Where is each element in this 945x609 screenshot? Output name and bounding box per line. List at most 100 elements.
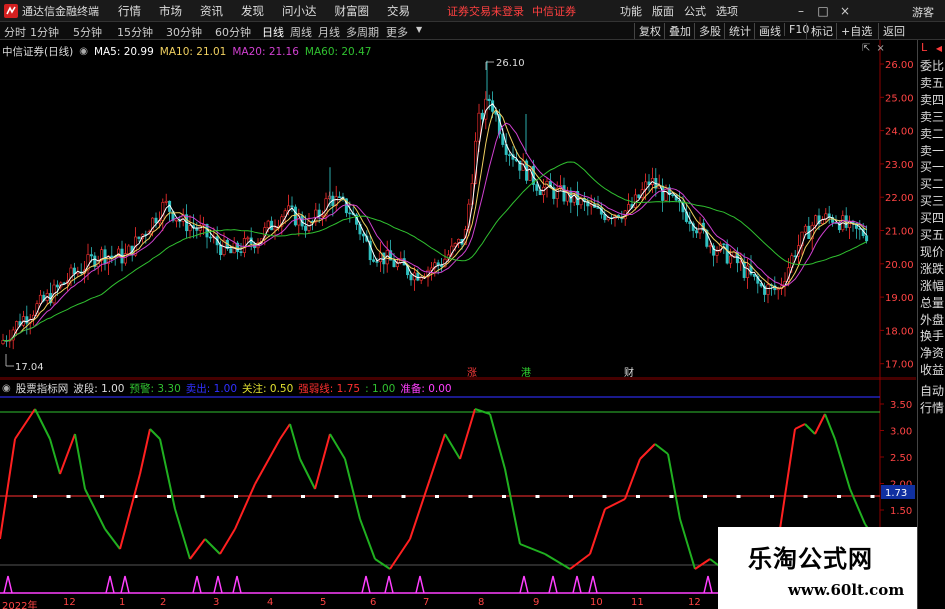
side-item[interactable]: 总量 — [920, 295, 945, 311]
menu-xuanxiang[interactable]: 选项 — [716, 3, 738, 19]
candle-body — [270, 220, 274, 231]
price-tick: 26.00 — [885, 60, 914, 71]
menu-zixun[interactable]: 资讯 — [200, 3, 223, 19]
date-label: 11 — [631, 597, 644, 608]
tool-biaoji[interactable]: 标记 — [806, 23, 833, 39]
wave-segment — [667, 453, 681, 520]
side-item[interactable]: 卖三 — [920, 109, 945, 125]
login-status[interactable]: 证券交易未登录 — [447, 3, 524, 19]
yujing-label: 预警: 3.30 — [129, 383, 181, 395]
candle-body — [661, 185, 665, 201]
side-item[interactable]: 涨幅 — [920, 278, 945, 294]
ma5-line — [2, 103, 867, 342]
menu-gongneng[interactable]: 功能 — [620, 3, 642, 19]
menu-banmian[interactable]: 版面 — [652, 3, 674, 19]
wave-segment — [139, 428, 151, 475]
tool-huaxian[interactable]: 画线 — [754, 23, 781, 39]
side-item[interactable]: 买四 — [920, 210, 945, 226]
tool-fuquan[interactable]: 复权 — [634, 23, 661, 39]
tool-fanhui[interactable]: 返回 — [878, 23, 905, 39]
tool-zixuan[interactable]: +自选 — [836, 23, 872, 39]
maximize-icon[interactable]: □ — [812, 2, 834, 20]
tool-duogu[interactable]: 多股 — [694, 23, 721, 39]
spike — [3, 575, 13, 594]
period-week[interactable]: 周线 — [290, 24, 312, 40]
side-item[interactable]: 自动 — [920, 383, 945, 399]
side-item[interactable]: 卖四 — [920, 92, 945, 108]
period-day[interactable]: 日线 — [262, 24, 284, 40]
tool-tongji[interactable]: 统计 — [724, 23, 751, 39]
ma10-label: MA10: 21.01 — [159, 45, 227, 58]
indicator-tick: 3.00 — [890, 427, 912, 438]
close-pane-icon[interactable]: × — [876, 43, 884, 54]
period-month[interactable]: 月线 — [318, 24, 340, 40]
tool-diejia[interactable]: 叠加 — [664, 23, 691, 39]
side-item[interactable]: 委比 — [920, 58, 945, 74]
stock-name[interactable]: 中信证券(日线) — [2, 44, 73, 59]
collapse-triangle-icon[interactable]: ◀ — [936, 41, 942, 57]
indicator-axis: 3.503.002.502.001.50 — [880, 400, 912, 517]
side-item[interactable]: 净资 — [920, 345, 945, 361]
side-item[interactable]: 行情 — [920, 400, 945, 416]
high-annotation: 26.10 — [485, 58, 525, 70]
menu-faxian[interactable]: 发现 — [241, 3, 264, 19]
zoom-icon[interactable]: ⇱ — [862, 43, 870, 54]
candle-body — [535, 184, 539, 191]
candle-body — [137, 236, 141, 239]
candle-body — [416, 272, 420, 281]
kline-chart[interactable]: 26.00 25.00 24.00 23.00 22.00 21.00 20.00 19.00… — [0, 40, 916, 379]
dot — [703, 495, 707, 498]
more-dropdown-icon[interactable]: ▼ — [416, 25, 422, 34]
side-item[interactable]: 卖五 — [920, 75, 945, 91]
candle-body — [409, 274, 413, 281]
signal-spikes — [0, 575, 720, 594]
period-15min[interactable]: 15分钟 — [117, 24, 153, 40]
spike — [361, 575, 371, 594]
menu-shichang[interactable]: 市场 — [159, 3, 182, 19]
settings-circle-icon[interactable]: ◉ — [79, 46, 88, 57]
guest-button[interactable]: 游客 — [912, 4, 934, 20]
dot — [736, 495, 741, 498]
dot — [569, 495, 573, 498]
side-item[interactable]: 买二 — [920, 176, 945, 192]
wave-segment — [234, 483, 256, 530]
guanzhu-label: 关注: 0.50 — [242, 383, 294, 395]
side-item[interactable]: 买五 — [920, 227, 945, 243]
wave-segment — [694, 558, 711, 570]
date-label: 2022年 — [2, 601, 38, 609]
side-item[interactable]: 卖一 — [920, 143, 945, 159]
settings-circle-icon[interactable]: ◉ — [2, 383, 11, 394]
side-item[interactable]: 现价 — [920, 244, 945, 260]
side-item[interactable]: 卖二 — [920, 126, 945, 142]
side-item[interactable]: 买三 — [920, 193, 945, 209]
period-multi[interactable]: 多周期 — [346, 24, 379, 40]
candle-body — [246, 237, 250, 240]
minimize-icon[interactable]: – — [790, 2, 812, 20]
menu-wenxiaoda[interactable]: 问小达 — [282, 3, 317, 19]
spike — [572, 575, 582, 594]
side-item[interactable]: 涨跌 — [920, 261, 945, 277]
menu-jiaoyi[interactable]: 交易 — [387, 3, 410, 19]
side-item[interactable]: 外盘 — [920, 312, 945, 328]
period-1min[interactable]: 1分钟 — [30, 24, 59, 40]
menu-hangqing[interactable]: 行情 — [118, 3, 141, 19]
menu-caifuquan[interactable]: 财富圈 — [335, 3, 370, 19]
indicator-name[interactable]: 股票指标网 — [16, 381, 69, 396]
menu-gongshi[interactable]: 公式 — [684, 3, 706, 19]
period-5min[interactable]: 5分钟 — [73, 24, 102, 40]
side-panel-l[interactable]: L — [921, 41, 927, 57]
current-value-label: 1.73 — [885, 488, 907, 499]
date-label: 10 — [590, 597, 603, 608]
period-60min[interactable]: 60分钟 — [215, 24, 251, 40]
period-30min[interactable]: 30分钟 — [166, 24, 202, 40]
price-tick: 20.00 — [885, 260, 914, 271]
close-icon[interactable]: × — [834, 2, 856, 20]
side-item[interactable]: 收益 — [920, 362, 945, 378]
period-fenshi[interactable]: 分时 — [4, 24, 26, 40]
period-more[interactable]: 更多 — [386, 24, 408, 40]
dot — [33, 495, 37, 498]
side-item[interactable]: 换手 — [920, 328, 945, 344]
side-item[interactable]: 买一 — [920, 159, 945, 175]
spike — [384, 575, 394, 594]
wave-segment — [544, 553, 571, 570]
